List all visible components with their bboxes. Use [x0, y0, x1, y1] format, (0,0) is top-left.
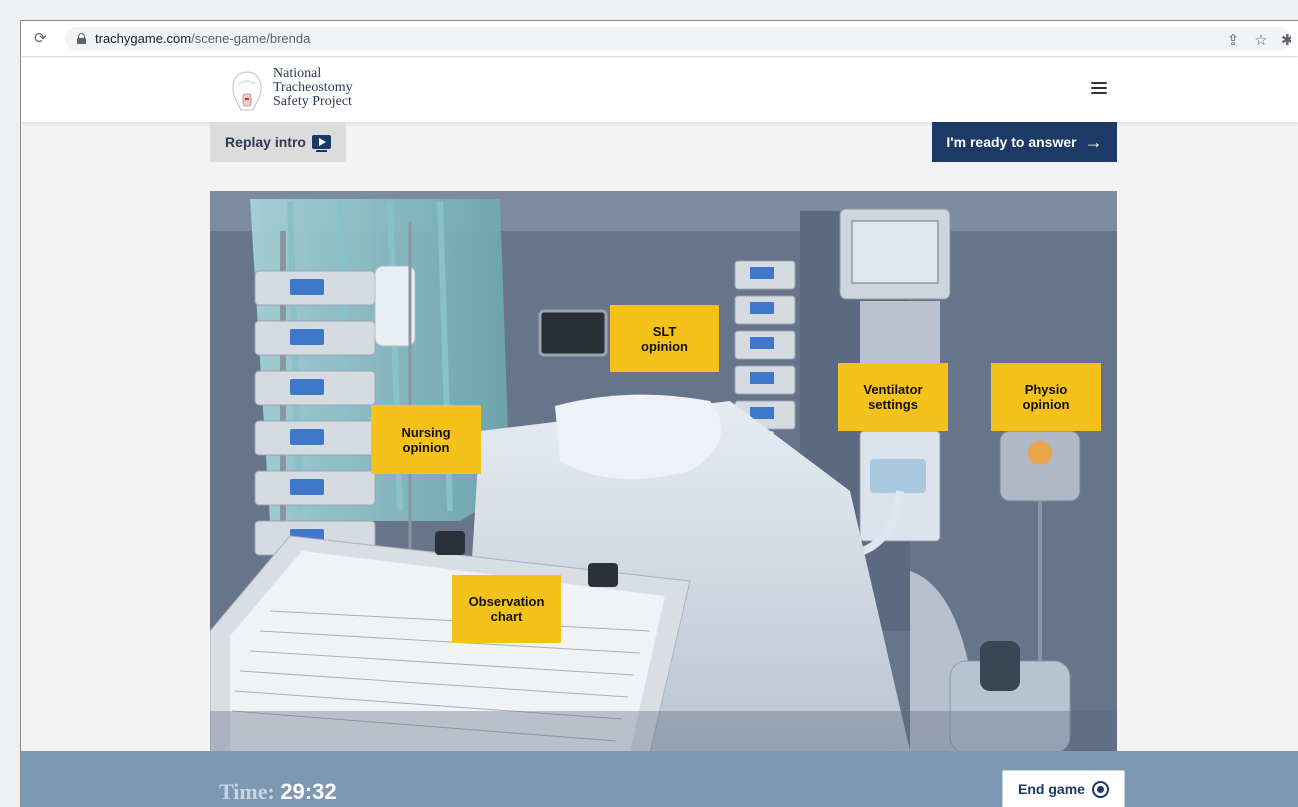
hotspot-slt-line2: opinion — [641, 338, 688, 354]
site-logo[interactable]: National Tracheostomy Safety Project — [227, 66, 377, 114]
url-path: /scene-game/brenda — [191, 31, 311, 46]
site-header: National Tracheostomy Safety Project — [21, 58, 1298, 122]
hotspot-observation-line2: chart — [490, 609, 523, 624]
end-game-button[interactable]: End game — [1002, 770, 1125, 807]
hotspot-physio-opinion[interactable]: Physio opinion — [991, 363, 1101, 431]
hotspot-nursing-line2: opinion — [402, 439, 450, 455]
browser-window: ⟳ trachygame.com/scene-game/brenda ⇪ ☆ ✱… — [20, 20, 1298, 807]
address-bar: ⟳ trachygame.com/scene-game/brenda ⇪ ☆ ✱ — [21, 21, 1298, 57]
lock-icon[interactable] — [77, 33, 86, 44]
replay-intro-label: Replay intro — [225, 134, 306, 150]
hotspot-nursing-line1: Nursing — [401, 424, 451, 440]
url-text[interactable]: trachygame.com/scene-game/brenda — [95, 31, 310, 46]
logo-emblem-icon — [232, 71, 262, 111]
share-icon[interactable]: ⇪ — [1225, 31, 1241, 49]
logo-line-1: National — [273, 66, 322, 81]
logo-text: National Tracheostomy Safety Project — [273, 67, 353, 109]
hotspot-slt-line1: SLT — [652, 323, 677, 339]
stop-circle-icon — [1091, 780, 1109, 798]
timer: Time: 29:32 — [219, 779, 337, 805]
star-icon[interactable]: ☆ — [1253, 31, 1269, 49]
tv-play-icon — [311, 135, 331, 152]
pin-icon[interactable]: ✱ — [1281, 31, 1291, 49]
logo-line-2: Tracheostomy — [273, 80, 353, 95]
ready-to-answer-button[interactable]: I'm ready to answer → — [932, 122, 1117, 162]
hospital-scene: SLT opinion Ventilator settings Physio opin… — [210, 191, 1117, 753]
end-game-label: End game — [1018, 781, 1085, 797]
ready-to-answer-label: I'm ready to answer — [946, 134, 1077, 150]
timer-label: Time: — [219, 779, 275, 804]
timer-value: 29:32 — [280, 779, 337, 804]
hotspot-nursing-opinion[interactable]: Nursing opinion — [371, 405, 481, 474]
hamburger-menu-icon[interactable] — [1091, 82, 1107, 96]
hotspot-ventilator-line2: settings — [868, 397, 918, 412]
hotspot-physio-line1: Physio — [1024, 382, 1068, 397]
game-footer: Time: 29:32 End game — [21, 751, 1298, 807]
hotspot-physio-line2: opinion — [1022, 397, 1070, 412]
hotspot-ventilator-settings[interactable]: Ventilator settings — [838, 363, 948, 431]
replay-intro-button[interactable]: Replay intro — [210, 122, 346, 162]
hotspot-observation-line1: Observation — [468, 594, 545, 609]
hotspot-observation-chart[interactable]: Observation chart — [452, 575, 561, 643]
logo-line-3: Safety Project — [273, 94, 352, 109]
hotspot-slt-opinion[interactable]: SLT opinion — [610, 305, 719, 372]
address-bar-actions: ⇪ ☆ ✱ — [1225, 31, 1291, 49]
url-domain: trachygame.com — [95, 31, 192, 46]
reload-icon[interactable]: ⟳ — [34, 29, 47, 47]
hotspot-ventilator-line1: Ventilator — [863, 382, 923, 397]
url-field[interactable]: trachygame.com/scene-game/brenda ⇪ ☆ ✱ — [65, 27, 1291, 51]
hospital-scene-illustration — [210, 191, 1117, 753]
arrow-right-icon: → — [1084, 132, 1103, 152]
